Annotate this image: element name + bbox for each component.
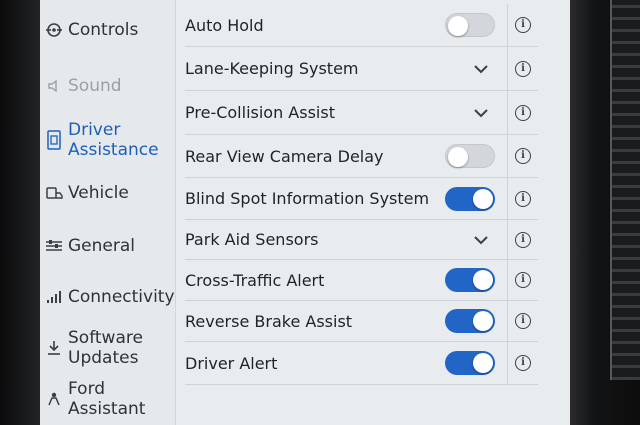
info-icon[interactable]: i [515, 313, 531, 329]
setting-row-blind-spot: Blind Spot Information System i [185, 178, 538, 220]
sidebar-item-label: General [68, 236, 135, 256]
sidebar-item-label: Software Updates [68, 328, 143, 368]
sidebar-item-driver-assistance[interactable]: Driver Assistance [44, 120, 172, 160]
left-bezel [0, 0, 40, 425]
info-icon[interactable]: i [515, 355, 531, 371]
setting-label: Lane-Keeping System [185, 59, 359, 78]
setting-label: Auto Hold [185, 15, 264, 35]
chevron-down-icon[interactable] [471, 59, 491, 79]
assistant-icon [44, 389, 64, 409]
toggle-knob [448, 147, 468, 167]
setting-row-reverse-brake: Reverse Brake Assist i [185, 301, 538, 342]
toggle-knob [473, 353, 493, 373]
chevron-down-icon[interactable] [471, 230, 491, 250]
info-icon[interactable]: i [515, 17, 531, 33]
signal-bars-icon [44, 287, 64, 307]
driver-alert-toggle[interactable] [445, 351, 495, 375]
sidebar-item-label: Sound [68, 76, 122, 96]
sidebar-item-general[interactable]: General [44, 236, 172, 256]
setting-label: Blind Spot Information System [185, 189, 430, 208]
vehicle-icon [44, 183, 64, 203]
setting-row-pre-collision[interactable]: Pre-Collision Assist i [185, 91, 538, 135]
sidebar-item-label: Controls [68, 20, 139, 40]
auto-hold-toggle[interactable] [445, 13, 495, 37]
setting-row-cross-traffic: Cross-Traffic Alert i [185, 260, 538, 301]
setting-row-driver-alert: Driver Alert i [185, 342, 538, 385]
setting-label: Cross-Traffic Alert [185, 270, 325, 290]
sidebar-item-vehicle[interactable]: Vehicle [44, 183, 172, 203]
toggle-knob [473, 311, 493, 331]
driver-assist-icon [44, 130, 64, 150]
chevron-down-icon[interactable] [471, 103, 491, 123]
info-icon[interactable]: i [515, 148, 531, 164]
reverse-brake-toggle[interactable] [445, 309, 495, 333]
settings-sidebar: Controls Sound Driver Assistance Vehicle [40, 0, 176, 425]
sidebar-item-connectivity[interactable]: Connectivity [44, 287, 175, 307]
sidebar-item-software-updates[interactable]: Software Updates [44, 328, 172, 368]
info-icon[interactable]: i [515, 272, 531, 288]
setting-label: Park Aid Sensors [185, 230, 319, 249]
sidebar-item-ford-assistant[interactable]: Ford Assistant [44, 379, 172, 419]
blind-spot-toggle[interactable] [445, 186, 495, 211]
setting-row-auto-hold: Auto Hold i [185, 4, 538, 47]
cross-traffic-toggle[interactable] [445, 268, 495, 292]
sidebar-item-label: Driver Assistance [68, 120, 159, 160]
toggle-knob [448, 16, 468, 36]
setting-row-lane-keeping[interactable]: Lane-Keeping System i [185, 47, 538, 91]
driver-assistance-settings: Auto Hold i Lane-Keeping System i Pre-Co… [185, 0, 570, 425]
setting-label: Driver Alert [185, 353, 278, 373]
sidebar-item-controls[interactable]: Controls [44, 20, 172, 40]
setting-row-rear-camera-delay: Rear View Camera Delay i [185, 135, 538, 178]
touchscreen: Controls Sound Driver Assistance Vehicle [40, 0, 570, 425]
sidebar-item-label: Vehicle [68, 183, 129, 203]
controls-icon [44, 20, 64, 40]
speaker-icon [44, 76, 64, 96]
sidebar-item-label: Connectivity [68, 287, 175, 307]
info-icon[interactable]: i [515, 60, 531, 77]
setting-label: Rear View Camera Delay [185, 146, 384, 166]
toggle-knob [473, 188, 493, 209]
air-vent [610, 0, 640, 380]
info-icon[interactable]: i [515, 104, 531, 121]
setting-label: Pre-Collision Assist [185, 103, 335, 122]
info-icon[interactable]: i [515, 190, 531, 207]
info-icon[interactable]: i [515, 231, 531, 248]
setting-row-park-aid[interactable]: Park Aid Sensors i [185, 220, 538, 260]
sidebar-item-sound[interactable]: Sound [44, 76, 172, 96]
sidebar-item-label: Ford Assistant [68, 379, 146, 419]
sliders-icon [44, 236, 64, 256]
rear-camera-delay-toggle[interactable] [445, 144, 495, 168]
setting-label: Reverse Brake Assist [185, 311, 353, 331]
toggle-knob [473, 270, 493, 290]
download-icon [44, 338, 64, 358]
